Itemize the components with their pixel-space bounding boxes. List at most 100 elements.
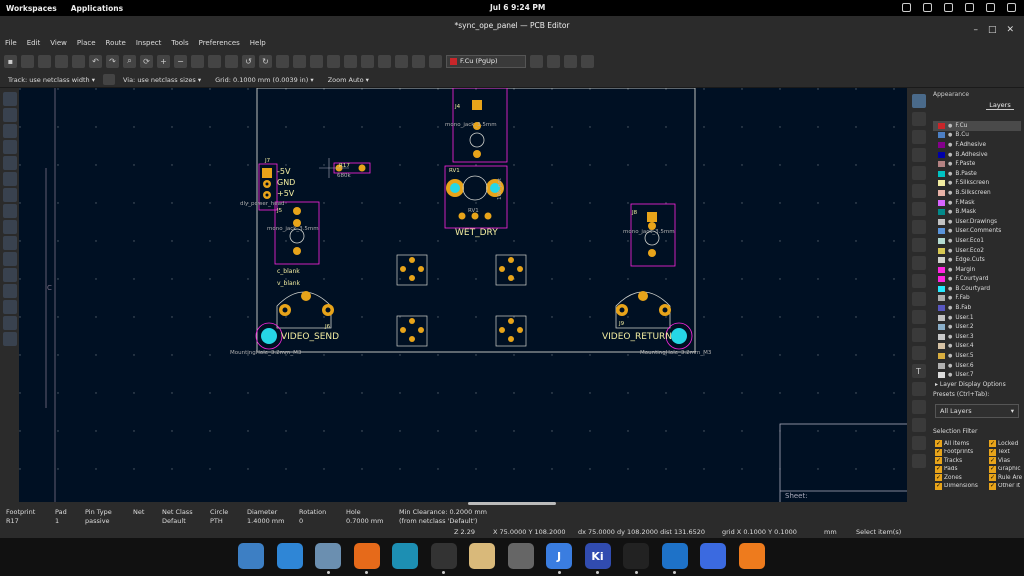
menu-view[interactable]: View: [50, 39, 67, 47]
tune-length-icon[interactable]: [911, 184, 926, 198]
eye-icon[interactable]: ●: [948, 324, 952, 330]
layer-color-swatch[interactable]: [938, 209, 945, 216]
dock-app-icon[interactable]: [315, 543, 341, 569]
dock-app-icon[interactable]: Ki: [584, 543, 611, 569]
mil-units-icon[interactable]: [2, 140, 17, 154]
dock-app-icon[interactable]: [353, 543, 380, 569]
print-icon[interactable]: [55, 54, 68, 68]
eye-icon[interactable]: ●: [948, 334, 952, 340]
dock-app-icon[interactable]: [392, 543, 418, 569]
plugin-icon[interactable]: [581, 54, 594, 68]
dock-app-icon[interactable]: [238, 543, 264, 569]
layer-row[interactable]: ● F.Courtyard: [933, 275, 1021, 285]
layer-row[interactable]: ● Margin: [933, 265, 1021, 275]
tray-icon[interactable]: [923, 3, 932, 12]
selection-filter-item[interactable]: ✓ Rule Are: [989, 474, 1024, 481]
selection-filter-item[interactable]: ✓ Tracks: [935, 457, 989, 464]
eye-icon[interactable]: ●: [948, 219, 952, 225]
netlist-icon[interactable]: [378, 54, 391, 68]
layer-color-swatch[interactable]: [938, 170, 945, 177]
menu-place[interactable]: Place: [77, 39, 96, 47]
checkbox[interactable]: ✓: [935, 465, 942, 473]
checkbox[interactable]: ✓: [935, 457, 942, 464]
zoom-out-icon[interactable]: −: [174, 54, 187, 68]
add-keepout-icon[interactable]: [911, 238, 926, 252]
add-image-icon[interactable]: [911, 346, 926, 360]
refresh-icon[interactable]: ⟳: [140, 54, 153, 68]
layer-color-swatch[interactable]: [938, 141, 945, 148]
selection-filter-item[interactable]: ✓ Text: [989, 448, 1024, 456]
eye-icon[interactable]: ●: [948, 372, 952, 378]
eye-icon[interactable]: ●: [948, 228, 952, 234]
layer-color-swatch[interactable]: [938, 237, 945, 244]
selection-filter-item[interactable]: ✓ Footprints: [935, 448, 989, 456]
layer-display-options-toggle[interactable]: ▸ Layer Display Options: [935, 381, 1006, 388]
message-panel-splitter[interactable]: [468, 502, 556, 505]
layer-color-swatch[interactable]: [938, 122, 945, 129]
layer-color-swatch[interactable]: [938, 314, 945, 321]
curved-ratsnest-icon[interactable]: [2, 204, 17, 218]
lock-icon[interactable]: [310, 54, 323, 68]
dock-app-icon[interactable]: J: [546, 543, 572, 569]
draw-circle-icon[interactable]: [911, 310, 926, 324]
layer-color-swatch[interactable]: [938, 180, 945, 187]
layer-row[interactable]: ● User.2: [933, 322, 1021, 332]
dock-app-icon[interactable]: [507, 543, 534, 569]
add-zone-icon[interactable]: [911, 220, 926, 234]
zone-fill-icon[interactable]: [2, 220, 17, 234]
track-sketch-icon[interactable]: [2, 284, 17, 298]
layer-row[interactable]: ● User.Eco1: [933, 236, 1021, 246]
eye-icon[interactable]: ●: [948, 353, 952, 359]
layer-row[interactable]: ● B.Cu: [933, 131, 1021, 141]
delete-icon[interactable]: [911, 418, 926, 432]
layer-row[interactable]: ● F.Silkscreen: [933, 179, 1021, 189]
undo-icon[interactable]: ↶: [89, 54, 102, 68]
eye-icon[interactable]: ●: [948, 238, 952, 244]
layer-row[interactable]: ● B.Mask: [933, 207, 1021, 217]
rotate-ccw-icon[interactable]: ↺: [242, 54, 255, 68]
track-width-toggle-icon[interactable]: [102, 74, 115, 85]
appearance-panel-icon[interactable]: [2, 332, 17, 346]
plot-icon[interactable]: [72, 54, 85, 68]
footprint-browser-icon[interactable]: [429, 54, 442, 68]
power-icon[interactable]: [1007, 3, 1016, 12]
layer-row[interactable]: ● B.Courtyard: [933, 284, 1021, 294]
dock-app-icon[interactable]: [700, 543, 726, 569]
layer-color-swatch[interactable]: [938, 132, 945, 139]
via-sketch-icon[interactable]: [2, 268, 17, 282]
layer-color-swatch[interactable]: [938, 266, 945, 273]
dock-app-icon[interactable]: [623, 543, 649, 569]
active-layer-select[interactable]: F.Cu (PgUp): [446, 54, 526, 68]
eye-icon[interactable]: ●: [948, 209, 952, 215]
flip-v-icon[interactable]: [293, 54, 306, 68]
pad-sketch-icon[interactable]: [2, 252, 17, 266]
eye-icon[interactable]: ●: [948, 286, 952, 292]
flip-h-icon[interactable]: [276, 54, 289, 68]
layer-row[interactable]: ● User.Comments: [933, 227, 1021, 237]
workspaces-button[interactable]: Workspaces: [6, 4, 57, 13]
layer-color-swatch[interactable]: [938, 189, 945, 196]
layer-row[interactable]: ● User.4: [933, 342, 1021, 352]
layer-row[interactable]: ● F.Cu: [933, 121, 1021, 131]
layer-color-swatch[interactable]: [938, 324, 945, 331]
ungroup-icon[interactable]: [361, 54, 374, 68]
net-color-icon[interactable]: [2, 316, 17, 330]
layer-row[interactable]: ● B.Silkscreen: [933, 188, 1021, 198]
zoom-selection-icon[interactable]: [225, 54, 238, 68]
checkbox[interactable]: ✓: [989, 448, 996, 456]
unlock-icon[interactable]: [327, 54, 340, 68]
layer-row[interactable]: ● B.Fab: [933, 303, 1021, 313]
add-target-icon[interactable]: [911, 400, 926, 414]
zoom-fit-icon[interactable]: [191, 54, 204, 68]
layer-row[interactable]: ● User.Drawings: [933, 217, 1021, 227]
layer-row[interactable]: ● User.7: [933, 370, 1021, 380]
save-icon[interactable]: ▪: [4, 54, 17, 68]
menu-file[interactable]: File: [5, 39, 17, 47]
dock-app-icon[interactable]: [430, 543, 457, 569]
set-origin-icon[interactable]: [911, 436, 926, 450]
dock-app-icon[interactable]: [469, 543, 495, 569]
checkbox[interactable]: ✓: [935, 440, 942, 447]
eye-icon[interactable]: ●: [948, 295, 952, 301]
add-text-icon[interactable]: T: [911, 364, 926, 378]
add-via-icon[interactable]: [911, 202, 926, 216]
